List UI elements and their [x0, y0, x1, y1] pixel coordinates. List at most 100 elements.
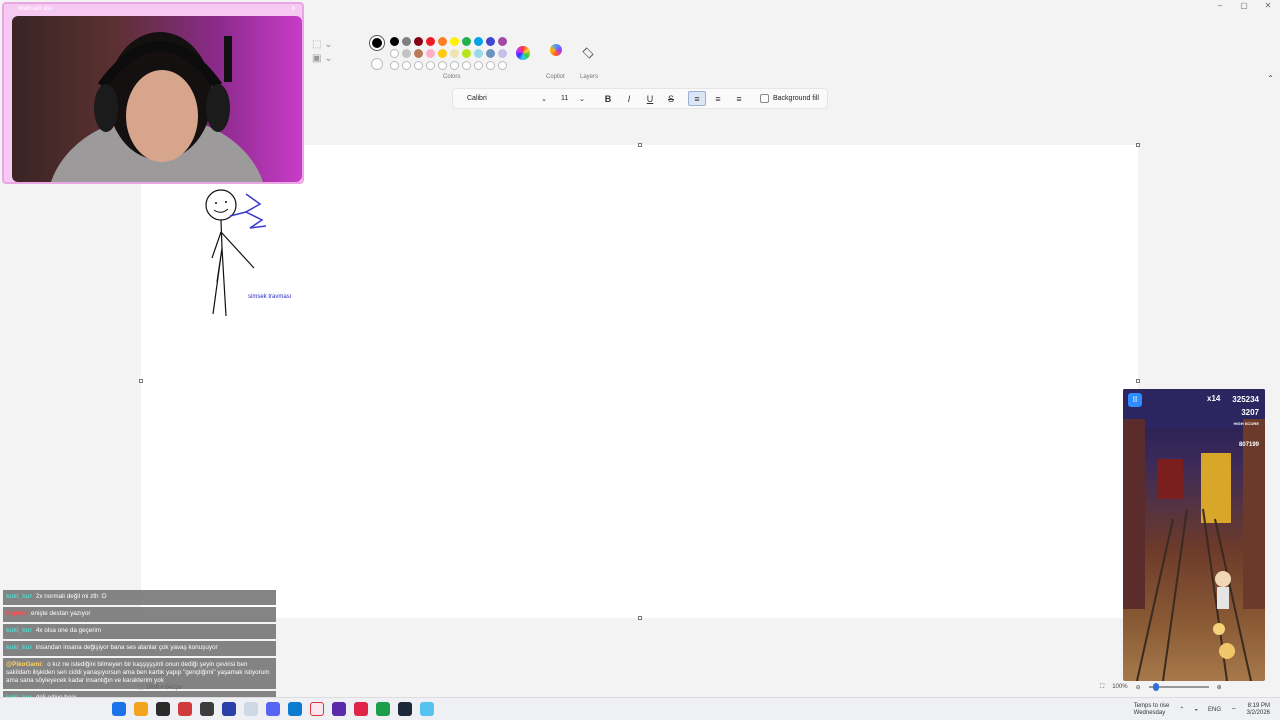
- color-swatch[interactable]: [414, 49, 423, 58]
- strikethrough-button[interactable]: S: [662, 91, 680, 106]
- color-swatch[interactable]: [474, 37, 483, 46]
- obs-icon[interactable]: [200, 702, 214, 716]
- chevron-up-icon[interactable]: ⌃: [1179, 706, 1184, 713]
- color-swatch[interactable]: [402, 61, 411, 70]
- color-swatch[interactable]: [462, 49, 471, 58]
- game-score: 325234: [1232, 395, 1259, 404]
- primary-color-swatch[interactable]: [370, 36, 384, 50]
- color-swatch[interactable]: [486, 49, 495, 58]
- zoom-in-icon[interactable]: ⊕: [1217, 684, 1222, 691]
- color-swatch[interactable]: [438, 37, 447, 46]
- layers-icon[interactable]: [582, 47, 594, 59]
- color-swatch[interactable]: [438, 49, 447, 58]
- game-hud: 325234 3207 HIGH SCORE 807199: [1232, 395, 1259, 448]
- background-fill-toggle[interactable]: Background fill: [760, 94, 819, 103]
- color-swatch[interactable]: [450, 61, 459, 70]
- color-swatch[interactable]: [426, 49, 435, 58]
- color-swatch[interactable]: [426, 61, 435, 70]
- copilot-icon[interactable]: [550, 44, 562, 56]
- close-button[interactable]: ✕: [1256, 0, 1280, 12]
- notepad-icon[interactable]: [244, 702, 258, 716]
- opera-icon[interactable]: [310, 702, 324, 716]
- color-palette: [390, 37, 510, 73]
- edge-icon[interactable]: [112, 702, 126, 716]
- text-toolbar: Calibri ⌄ 11 ⌄ B I U S ≡ ≡ ≡ Background …: [452, 88, 828, 109]
- store-icon[interactable]: [288, 702, 302, 716]
- clock-time: 8:19 PM: [1247, 702, 1270, 709]
- color-swatch[interactable]: [414, 61, 423, 70]
- resize-handle[interactable]: [1136, 379, 1140, 383]
- color-swatch[interactable]: [450, 37, 459, 46]
- color-swatch[interactable]: [462, 61, 471, 70]
- resize-handle[interactable]: [1136, 143, 1140, 147]
- color-swatch[interactable]: [390, 61, 399, 70]
- chevron-down-icon: ⌄: [541, 95, 547, 103]
- resize-handle[interactable]: [638, 616, 642, 620]
- drawing-canvas[interactable]: [141, 145, 1138, 618]
- align-center-button[interactable]: ≡: [709, 91, 727, 106]
- color-swatch[interactable]: [390, 49, 399, 58]
- steam-icon[interactable]: [398, 702, 412, 716]
- zoom-value[interactable]: 100%: [1112, 684, 1127, 690]
- resize-handle[interactable]: [139, 379, 143, 383]
- edit-colors-icon[interactable]: [516, 46, 530, 60]
- background-fill-label: Background fill: [773, 95, 819, 102]
- wifi-icon[interactable]: ⌔: [1231, 706, 1237, 714]
- color-swatch[interactable]: [438, 61, 447, 70]
- palette-row: [390, 61, 510, 70]
- app-icon[interactable]: [354, 702, 368, 716]
- color-swatch[interactable]: [402, 49, 411, 58]
- paint-icon[interactable]: [420, 702, 434, 716]
- background-fill-checkbox[interactable]: [760, 94, 769, 103]
- font-size-select[interactable]: 11 ⌄: [557, 91, 589, 106]
- color-swatch[interactable]: [498, 61, 507, 70]
- align-left-button[interactable]: ≡: [688, 91, 706, 106]
- vpn-icon[interactable]: [332, 702, 346, 716]
- color-swatch[interactable]: [462, 37, 471, 46]
- align-right-button[interactable]: ≡: [730, 91, 748, 106]
- chat-message: kuki_kur 4x olsa one da geçerim: [3, 624, 276, 639]
- premiere-icon[interactable]: [156, 702, 170, 716]
- font-family-value: Calibri: [467, 95, 487, 102]
- collapse-ribbon-icon[interactable]: ⌃: [1267, 74, 1274, 83]
- clock[interactable]: 8:19 PM 3/2/2026: [1247, 703, 1270, 717]
- color-swatch[interactable]: [426, 37, 435, 46]
- xbox-icon[interactable]: [376, 702, 390, 716]
- bold-button[interactable]: B: [599, 91, 617, 106]
- zoom-slider[interactable]: [1148, 683, 1209, 691]
- resize-handle[interactable]: [638, 143, 642, 147]
- discord-icon[interactable]: [266, 702, 280, 716]
- crop-icon[interactable]: ▣ ⌄: [312, 52, 333, 66]
- maximize-button[interactable]: ▢: [1232, 0, 1256, 12]
- taskbar: Temps to rise Wednesday ⌃ ◒ ENG ⌔ 8:19 P…: [0, 697, 1280, 720]
- system-tray: Temps to rise Wednesday ⌃ ◒ ENG ⌔ 8:19 P…: [1134, 700, 1280, 719]
- color-swatch[interactable]: [474, 61, 483, 70]
- zoom-out-icon[interactable]: ⊖: [1136, 684, 1141, 691]
- chat-username: kuki_kur: [6, 593, 32, 600]
- color-swatch[interactable]: [402, 37, 411, 46]
- color-swatch[interactable]: [498, 49, 507, 58]
- fit-icon[interactable]: ⛶: [1100, 684, 1104, 691]
- secondary-color-swatch[interactable]: [371, 58, 383, 70]
- font-family-select[interactable]: Calibri ⌄: [463, 91, 551, 106]
- color-swatch[interactable]: [474, 49, 483, 58]
- minimize-button[interactable]: –: [1208, 0, 1232, 12]
- italic-button[interactable]: I: [620, 91, 638, 106]
- color-swatch[interactable]: [450, 49, 459, 58]
- chat-text: o kız ne istediğini bilmeyen bir kaşşşşş…: [6, 661, 270, 684]
- network-icon[interactable]: ◒: [1194, 707, 1198, 713]
- language-indicator[interactable]: ENG: [1208, 707, 1221, 713]
- color-swatch[interactable]: [390, 37, 399, 46]
- underline-button[interactable]: U: [641, 91, 659, 106]
- select-icon[interactable]: ⬚ ⌄: [312, 38, 333, 52]
- color-swatch[interactable]: [486, 37, 495, 46]
- color-swatch[interactable]: [414, 37, 423, 46]
- chrome-icon[interactable]: [178, 702, 192, 716]
- weather-widget[interactable]: Temps to rise Wednesday: [1134, 703, 1170, 717]
- pause-button[interactable]: II: [1128, 393, 1142, 407]
- color-swatch[interactable]: [498, 37, 507, 46]
- after-effects-icon[interactable]: [222, 702, 236, 716]
- font-size-value: 11: [561, 95, 569, 102]
- file-explorer-icon[interactable]: [134, 702, 148, 716]
- color-swatch[interactable]: [486, 61, 495, 70]
